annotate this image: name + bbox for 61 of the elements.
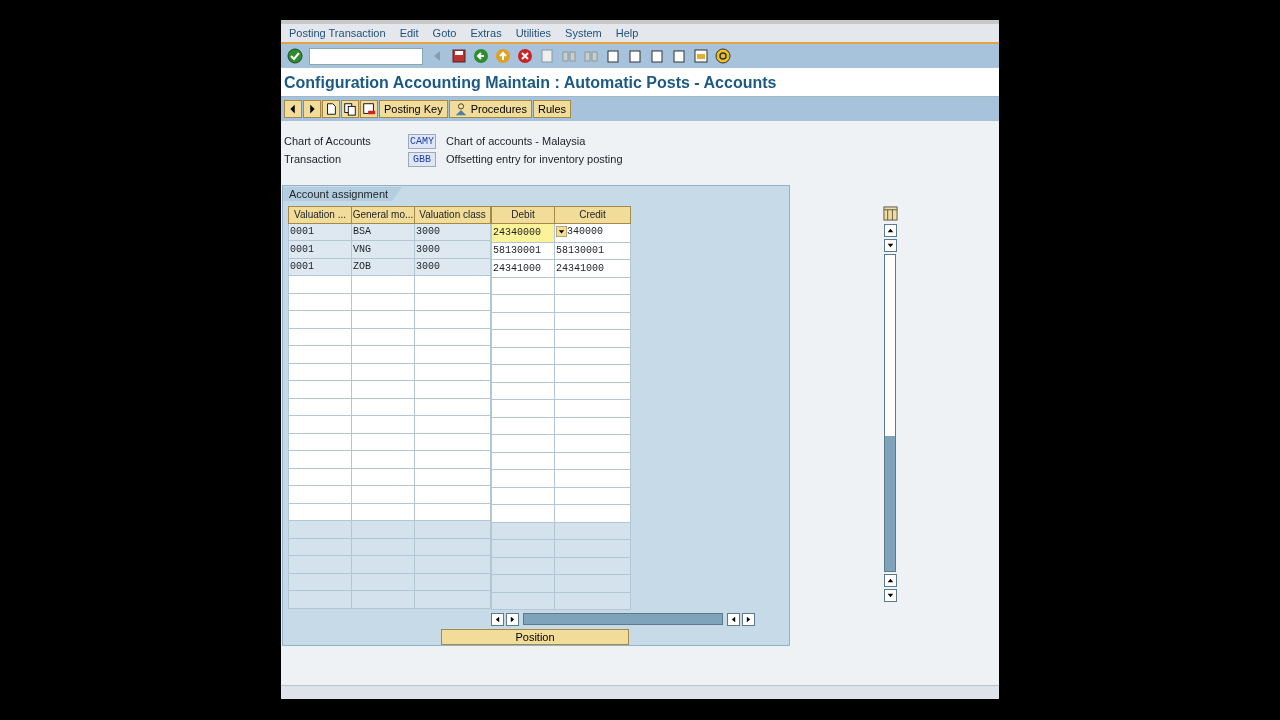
menu-item[interactable]: Goto [432, 24, 457, 42]
page-icon[interactable] [649, 48, 665, 64]
scroll-left-button[interactable] [727, 612, 740, 626]
page-icon[interactable] [671, 48, 687, 64]
field-value[interactable]: GBB [408, 151, 436, 167]
horizontal-scrollbar[interactable] [523, 613, 723, 626]
toolbar-button[interactable]: Rules [532, 100, 572, 118]
column-header[interactable]: Valuation ... [288, 206, 352, 223]
delete-icon [362, 102, 376, 116]
page-icon[interactable] [605, 48, 621, 64]
scroll-right-button[interactable] [742, 612, 755, 626]
cancel-icon[interactable] [517, 48, 533, 64]
field-description: Offsetting entry for inventory posting [446, 151, 623, 167]
menu-item[interactable]: Posting Transaction [289, 24, 386, 42]
person-icon [453, 102, 468, 116]
help-icon[interactable] [715, 48, 731, 64]
scroll-down-button[interactable] [883, 588, 897, 602]
document-icon [324, 102, 338, 116]
right-triangle-icon [508, 614, 517, 624]
toolbar-button[interactable]: Procedures [448, 100, 532, 118]
column-header[interactable]: Debit [491, 206, 555, 223]
scroll-up-button[interactable] [883, 573, 897, 587]
scroll-right-button[interactable] [506, 612, 519, 626]
left-triangle-icon [493, 614, 502, 624]
copy-icon [343, 102, 357, 116]
delete-button[interactable] [360, 100, 378, 118]
column-header[interactable]: General mo... [351, 206, 415, 223]
previous-button[interactable] [284, 100, 302, 118]
back-icon[interactable] [473, 48, 489, 64]
field-description: Chart of accounts - Malaysia [446, 133, 586, 149]
field-label: Transaction [283, 151, 343, 167]
field-value[interactable]: CAMY [408, 133, 436, 149]
scroll-left-button[interactable] [491, 612, 504, 626]
field-label: Chart of Accounts [283, 133, 372, 149]
save-icon[interactable] [451, 48, 467, 64]
layout-icon[interactable] [693, 48, 709, 64]
menu-item[interactable]: Edit [399, 24, 419, 42]
column-header[interactable]: Valuation class [414, 206, 491, 223]
screen-title: Configuration Accounting Maintain : Automatic Posts - Accounts [281, 68, 999, 97]
column-header[interactable]: Credit [554, 206, 631, 223]
scrollbar-thumb[interactable] [885, 435, 895, 571]
check-icon[interactable] [287, 48, 303, 64]
menu-item[interactable]: Utilities [515, 24, 552, 42]
copy-button[interactable] [341, 100, 359, 118]
vertical-scrollbar[interactable] [884, 253, 896, 572]
scroll-up-button[interactable] [883, 223, 897, 237]
dropdown-icon[interactable] [556, 225, 567, 237]
scroll-down-button[interactable] [883, 238, 897, 252]
toolbar-button[interactable]: Posting Key [379, 100, 448, 118]
next-button[interactable] [303, 100, 321, 118]
right-triangle-icon [744, 614, 753, 624]
left-triangle-icon [729, 614, 738, 624]
column-settings-icon[interactable] [882, 205, 898, 221]
new-button[interactable] [322, 100, 340, 118]
menu-item[interactable]: System [565, 24, 602, 42]
position-button[interactable]: Position [441, 628, 629, 645]
group-title: Account assignment [283, 187, 403, 201]
menu-item[interactable]: Extras [470, 24, 502, 42]
command-field[interactable] [309, 47, 423, 65]
page-icon[interactable] [627, 48, 643, 64]
menu-item[interactable]: Help [615, 24, 639, 42]
